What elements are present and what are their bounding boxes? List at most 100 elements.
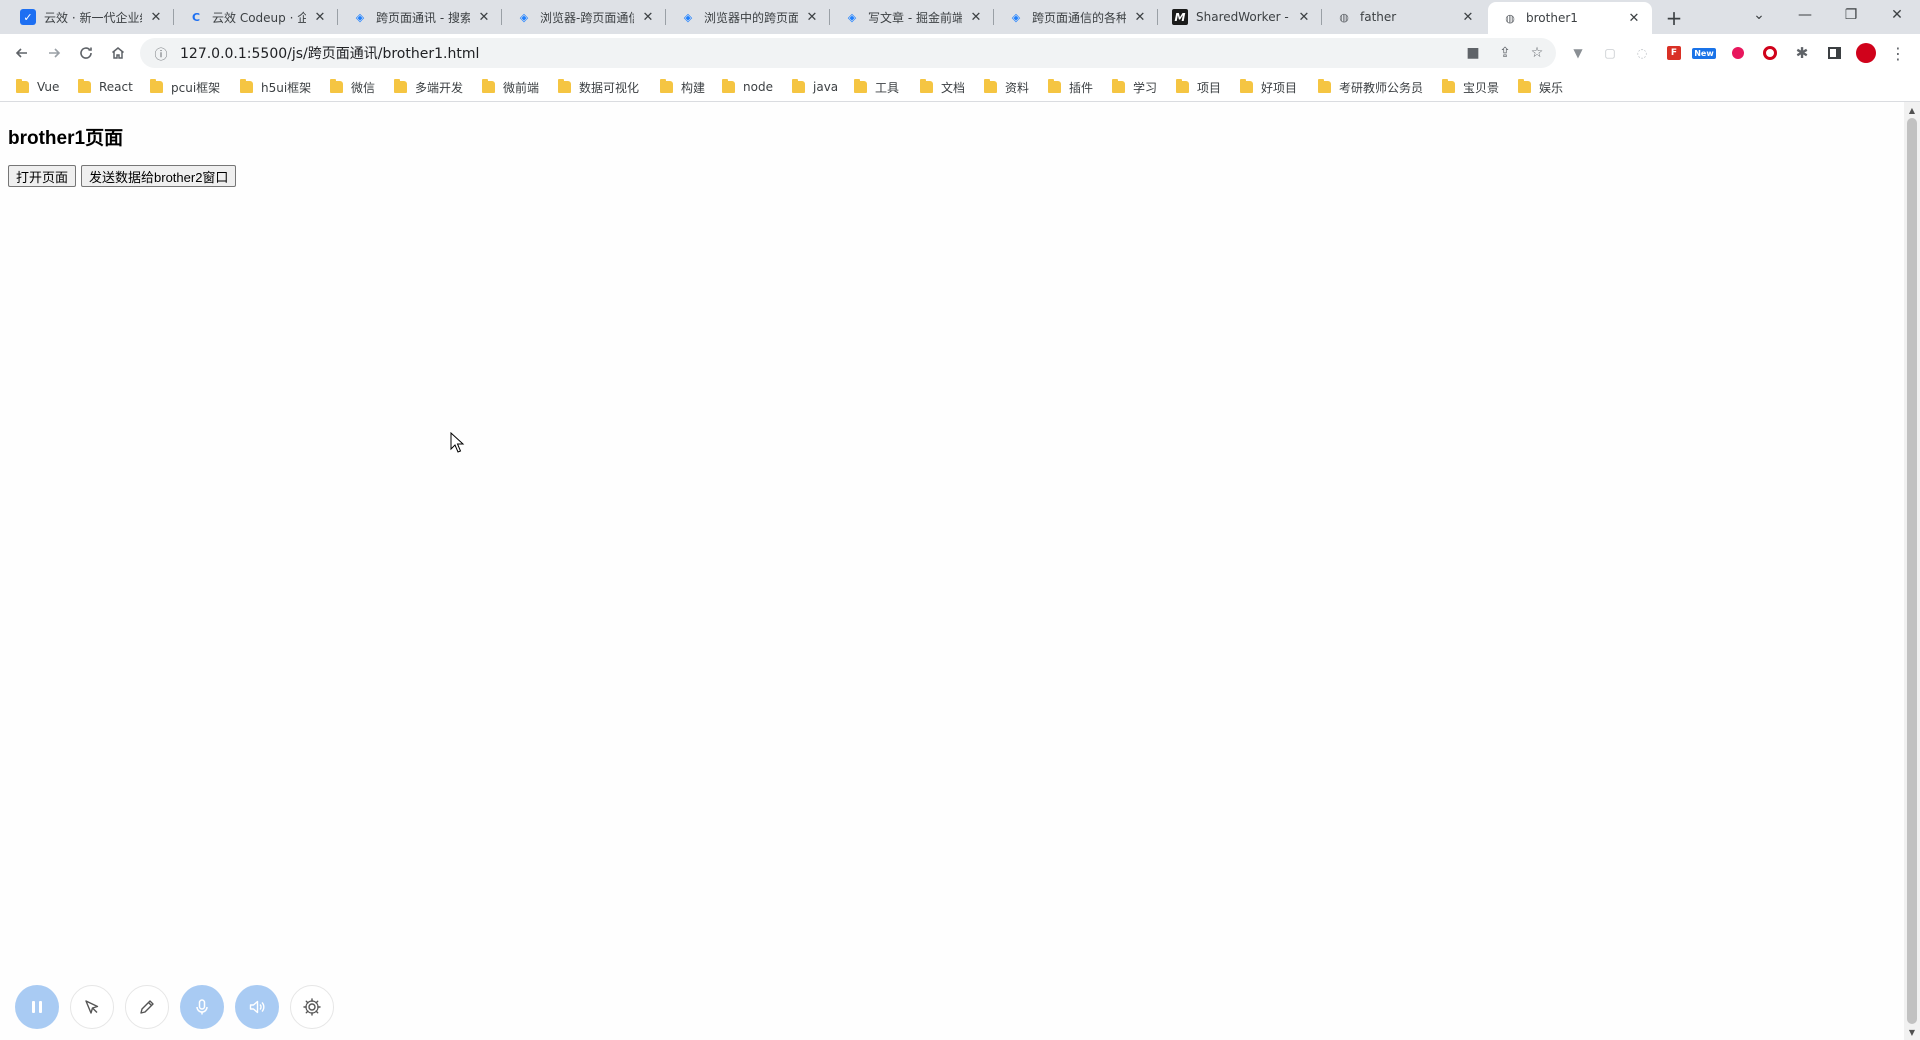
close-icon[interactable]: ✕	[148, 9, 164, 25]
tab-title: father	[1360, 10, 1397, 24]
opera-icon[interactable]	[1758, 41, 1782, 65]
tab-title: 跨页面通讯 - 搜索	[376, 10, 470, 25]
close-icon[interactable]: ✕	[1296, 9, 1312, 25]
folder-icon	[984, 79, 997, 93]
vue-devtools-icon[interactable]: ▼	[1566, 41, 1590, 65]
site-info-icon[interactable]: ⓘ	[146, 38, 176, 68]
yunxiao-icon: ✓	[20, 9, 36, 25]
restore-icon[interactable]: ❐	[1828, 0, 1874, 30]
bookmark-folder[interactable]: React	[78, 77, 133, 97]
tab-article-1[interactable]: ◈ 浏览器-跨页面通信 ✕	[502, 0, 666, 34]
scroll-down-arrow-icon[interactable]: ▼	[1904, 1024, 1920, 1040]
bookmark-folder[interactable]: 插件	[1048, 77, 1093, 97]
scroll-thumb[interactable]	[1907, 118, 1917, 1024]
globe-icon: ◍	[1505, 11, 1515, 25]
close-icon[interactable]: ✕	[968, 9, 984, 25]
gear-icon	[303, 998, 321, 1016]
folder-icon	[16, 79, 29, 93]
bookmark-folder[interactable]: 构建	[660, 77, 705, 97]
new-extension-icon[interactable]: New	[1692, 41, 1716, 65]
bookmark-folder[interactable]: 工具	[854, 77, 899, 97]
folder-icon	[150, 79, 163, 93]
tab-sharedworker[interactable]: M SharedWorker - W ✕	[1158, 0, 1322, 34]
bookmark-folder[interactable]: 娱乐	[1518, 77, 1563, 97]
bookmark-folder[interactable]: 多端开发	[394, 77, 463, 97]
page-scrollbar[interactable]: ▲ ▼	[1904, 102, 1920, 1040]
bookmark-folder[interactable]: 数据可视化	[558, 77, 639, 97]
close-icon[interactable]: ✕	[1460, 9, 1476, 25]
bookmark-folder[interactable]: java	[792, 77, 838, 97]
address-bar[interactable]: ⓘ 127.0.0.1:5500/js/跨页面通讯/brother1.html …	[140, 38, 1556, 68]
extensions-puzzle-icon[interactable]: ✱	[1790, 41, 1814, 65]
tab-brother1[interactable]: ◍ brother1 ✕	[1488, 2, 1652, 34]
tab-article-3[interactable]: ◈ 跨页面通信的各种 ✕	[994, 0, 1158, 34]
speaker-button[interactable]	[235, 985, 279, 1029]
speaker-icon	[249, 1000, 265, 1014]
close-icon[interactable]: ✕	[640, 9, 656, 25]
bookmark-folder[interactable]: 宝贝景	[1442, 77, 1499, 97]
feedly-icon[interactable]: F	[1662, 41, 1686, 65]
folder-icon	[240, 79, 253, 93]
scroll-up-arrow-icon[interactable]: ▲	[1904, 102, 1920, 118]
juejin-icon: ◈	[355, 10, 365, 24]
juejin-icon: ◈	[847, 10, 857, 24]
reload-icon[interactable]	[72, 39, 100, 67]
share-icon[interactable]: ⇪	[1492, 38, 1518, 68]
record-dot-icon[interactable]	[1726, 41, 1750, 65]
close-icon[interactable]: ✕	[804, 9, 820, 25]
tab-father[interactable]: ◍ father ✕	[1322, 0, 1486, 34]
side-panel-icon[interactable]	[1822, 41, 1846, 65]
folder-icon	[854, 79, 867, 93]
tab-article-2[interactable]: ◈ 浏览器中的跨页面 ✕	[666, 0, 830, 34]
bookmark-folder[interactable]: 考研教师公务员	[1318, 77, 1423, 97]
close-icon[interactable]: ✕	[312, 9, 328, 25]
bookmark-folder[interactable]: pcui框架	[150, 77, 220, 97]
bookmark-folder[interactable]: node	[722, 77, 773, 97]
bookmark-folder[interactable]: 项目	[1176, 77, 1221, 97]
bookmark-folder[interactable]: 学习	[1112, 77, 1157, 97]
page-viewport: brother1页面 打开页面 发送数据给brother2窗口	[0, 102, 1904, 1040]
folder-icon	[1176, 79, 1189, 93]
tab-codeup[interactable]: C 云效 Codeup · 企业 ✕	[174, 0, 338, 34]
tab-yunxiao[interactable]: ✓ 云效 · 新一代企业级 ✕	[6, 0, 174, 34]
profile-avatar[interactable]	[1854, 41, 1878, 65]
folder-icon	[660, 79, 673, 93]
extension-loading-icon[interactable]: ◌	[1630, 41, 1654, 65]
folder-icon	[558, 79, 571, 93]
tab-search[interactable]: ◈ 跨页面通讯 - 搜索 ✕	[338, 0, 502, 34]
forward-icon[interactable]	[40, 39, 68, 67]
codeup-icon: C	[191, 10, 201, 24]
pen-tool-button[interactable]	[125, 985, 169, 1029]
tab-search-dropdown-icon[interactable]: ⌄	[1736, 0, 1782, 30]
bookmark-folder[interactable]: 微信	[330, 77, 375, 97]
new-tab-button[interactable]: +	[1660, 4, 1688, 32]
bookmark-folder[interactable]: h5ui框架	[240, 77, 311, 97]
window-close-icon[interactable]: ✕	[1874, 0, 1920, 30]
close-icon[interactable]: ✕	[1626, 10, 1642, 26]
screen-record-icon[interactable]: ■	[1460, 38, 1486, 68]
tab-write-article[interactable]: ◈ 写文章 - 掘金前端 ✕	[830, 0, 994, 34]
close-icon[interactable]: ✕	[1132, 9, 1148, 25]
extension-grey-icon[interactable]: ▢	[1598, 41, 1622, 65]
home-icon[interactable]	[104, 39, 132, 67]
back-icon[interactable]	[8, 39, 36, 67]
open-page-button[interactable]: 打开页面	[8, 165, 77, 187]
close-icon[interactable]: ✕	[476, 9, 492, 25]
bookmark-folder[interactable]: 好项目	[1240, 77, 1297, 97]
bookmark-folder[interactable]: 文档	[920, 77, 965, 97]
juejin-icon: ◈	[683, 10, 693, 24]
pause-icon	[32, 1001, 42, 1013]
bookmark-folder[interactable]: 微前端	[482, 77, 539, 97]
bookmark-folder[interactable]: Vue	[16, 77, 59, 97]
recorder-settings-button[interactable]	[290, 985, 334, 1029]
pause-recording-button[interactable]	[15, 985, 59, 1029]
address-url[interactable]: 127.0.0.1:5500/js/跨页面通讯/brother1.html	[180, 43, 479, 63]
microphone-button[interactable]	[180, 985, 224, 1029]
pointer-tool-button[interactable]	[70, 985, 114, 1029]
bookmark-star-icon[interactable]: ☆	[1524, 38, 1550, 68]
minimize-icon[interactable]: —	[1782, 0, 1828, 30]
bookmark-folder[interactable]: 资料	[984, 77, 1029, 97]
bookmarks-bar: Vue React pcui框架 h5ui框架 微信 多端开发 微前端 数据可视…	[0, 72, 1920, 102]
send-to-brother2-button[interactable]: 发送数据给brother2窗口	[81, 165, 237, 187]
menu-kebab-icon[interactable]: ⋮	[1886, 41, 1910, 65]
